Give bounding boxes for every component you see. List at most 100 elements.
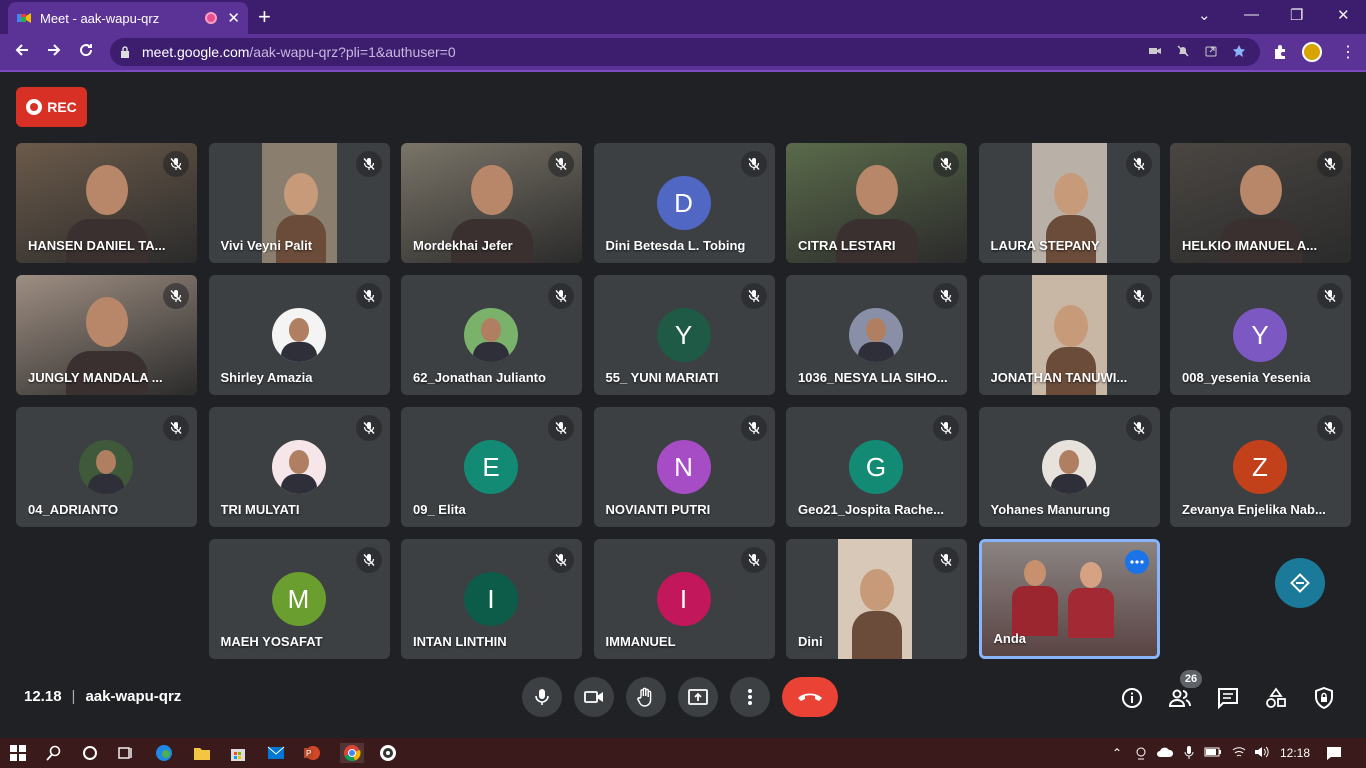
muted-mic-icon [1125,283,1152,309]
share-icon[interactable] [1204,44,1218,58]
store-icon[interactable] [228,743,248,763]
present-screen-button[interactable] [678,677,718,717]
url-host: meet.google.com [142,44,250,60]
host-controls-button[interactable] [1312,686,1336,710]
cortana-icon[interactable] [80,743,100,763]
forward-arrow-icon[interactable] [46,42,62,58]
browser-tab[interactable]: Meet - aak-wapu-qrz ✕ [8,2,248,34]
battery-icon[interactable] [1204,746,1222,758]
participant-tile[interactable]: Y 55_ YUNI MARIATI [593,275,775,395]
muted-mic-icon [355,151,382,177]
participant-tile[interactable]: CITRA LESTARI [786,143,967,263]
participant-tile[interactable]: Y 008_yesenia Yesenia [1170,275,1351,395]
onedrive-cloud-icon[interactable] [1156,746,1174,758]
recording-button[interactable]: REC [16,87,87,127]
new-tab-button[interactable]: + [258,4,271,30]
extensions-icon[interactable] [1272,44,1288,60]
tray-webcam-icon[interactable] [1134,746,1148,760]
browser-menu-icon[interactable]: ⋮ [1340,42,1356,62]
participant-tile[interactable]: Shirley Amazia [208,275,390,395]
participant-tile[interactable]: 62_Jonathan Julianto [401,275,582,395]
lock-icon[interactable] [120,46,130,58]
participant-name: Vivi Veyni Palit [220,238,313,253]
muted-mic-icon [1317,415,1343,441]
volume-icon[interactable] [1254,746,1270,758]
edge-browser-icon[interactable] [154,743,174,763]
participant-tile[interactable]: HELKIO IMANUEL A... [1170,143,1351,263]
participant-tile[interactable]: Dini [786,539,967,659]
muted-mic-icon [355,415,382,441]
tab-search-button[interactable]: ⌄ [1198,6,1211,24]
participant-name: INTAN LINTHIN [413,634,507,649]
meeting-code: aak-wapu-qrz [85,688,182,705]
participant-avatar [1041,440,1096,494]
participant-avatar [271,440,326,494]
notification-center-icon[interactable] [1326,746,1342,760]
participant-tile[interactable]: D Dini Betesda L. Tobing [593,143,775,263]
windows-start-icon[interactable] [8,743,28,763]
companion-mode-button[interactable] [1275,558,1325,608]
participant-tile[interactable]: N NOVIANTI PUTRI [593,407,775,527]
muted-mic-icon [740,415,767,441]
windows-taskbar: P ⌃ 12:18 [0,738,1366,768]
participant-tile[interactable]: Mordekhai Jefer [401,143,582,263]
camera-blocked-icon[interactable] [1148,44,1162,58]
raise-hand-button[interactable] [626,677,666,717]
leave-call-button[interactable] [782,677,838,717]
self-more-options-icon[interactable] [1124,550,1149,574]
meeting-time: 12.18 [24,688,62,705]
participant-tile[interactable]: Vivi Veyni Palit [208,143,390,263]
participant-tile[interactable]: 1036_NESYA LIA SIHO... [786,275,967,395]
tray-expand-icon[interactable]: ⌃ [1112,746,1122,760]
minimize-button[interactable]: — [1244,6,1259,23]
activities-button[interactable] [1264,686,1288,710]
file-explorer-icon[interactable] [192,743,212,763]
reload-icon[interactable] [78,42,94,58]
camera-button[interactable] [574,677,614,717]
participant-tile[interactable]: Z Zevanya Enjelika Nab... [1170,407,1351,527]
task-view-icon[interactable] [116,743,136,763]
people-button[interactable] [1168,686,1192,710]
participant-tile[interactable]: JONATHAN TANUWI... [978,275,1160,395]
participant-tile[interactable]: Yohanes Manurung [978,407,1160,527]
participant-tile[interactable]: TRI MULYATI [208,407,390,527]
bookmark-star-icon[interactable] [1232,44,1246,58]
tab-close-icon[interactable]: ✕ [227,9,240,27]
participant-tile[interactable]: HANSEN DANIEL TA... [16,143,197,263]
tray-microphone-icon[interactable] [1184,746,1194,760]
mail-icon[interactable] [266,743,286,763]
wifi-icon[interactable] [1232,746,1246,758]
obs-recorder-icon[interactable] [378,743,398,763]
participant-tile[interactable]: G Geo21_Jospita Rache... [786,407,967,527]
participant-name: Shirley Amazia [220,370,313,385]
self-video-tile[interactable]: Anda [978,539,1160,659]
participant-name: MAEH YOSAFAT [220,634,323,649]
address-bar[interactable]: meet.google.com/aak-wapu-qrz?pli=1&authu… [110,38,1260,66]
participant-tile[interactable]: E 09_ Elita [401,407,582,527]
powerpoint-icon[interactable]: P [302,743,322,763]
chrome-icon[interactable] [340,743,364,763]
chat-button[interactable] [1216,686,1240,710]
participant-name: CITRA LESTARI [798,238,896,253]
participant-tile[interactable]: JUNGLY MANDALA ... [16,275,197,395]
participant-tile[interactable]: LAURA STEPANY [978,143,1160,263]
restore-button[interactable]: ❐ [1290,6,1303,24]
meeting-details-button[interactable] [1120,686,1144,710]
tab-title: Meet - aak-wapu-qrz [40,10,160,26]
notifications-off-icon[interactable] [1176,44,1190,58]
more-options-button[interactable] [730,677,770,717]
search-icon[interactable] [44,743,64,763]
muted-mic-icon [548,415,574,441]
participant-tile[interactable]: I INTAN LINTHIN [401,539,582,659]
system-clock[interactable]: 12:18 [1280,746,1310,760]
participant-name: 008_yesenia Yesenia [1182,370,1311,385]
participant-tile[interactable]: 04_ADRIANTO [16,407,197,527]
profile-avatar[interactable] [1302,42,1322,62]
participant-tile[interactable]: I IMMANUEL [593,539,775,659]
participant-tile[interactable]: M MAEH YOSAFAT [208,539,390,659]
close-window-button[interactable]: ✕ [1337,6,1350,24]
microphone-button[interactable] [522,677,562,717]
recording-label: REC [47,99,77,115]
participant-name: Geo21_Jospita Rache... [798,502,944,517]
back-arrow-icon[interactable] [14,42,30,58]
